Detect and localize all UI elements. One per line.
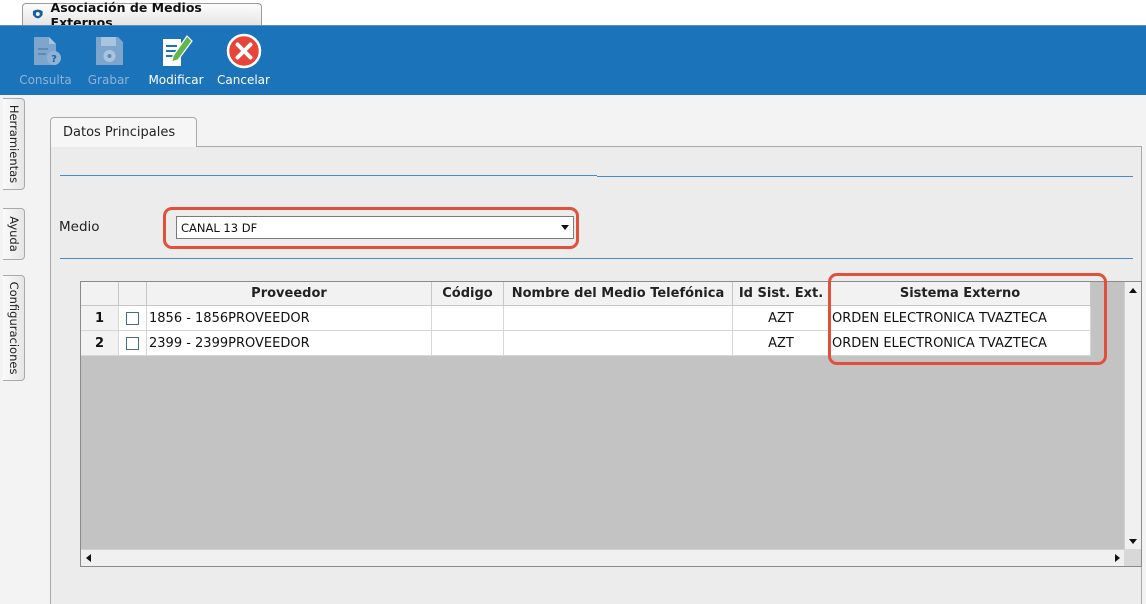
query-document-icon: ? [27, 32, 65, 70]
modificar-button[interactable]: Modificar [140, 26, 212, 95]
svg-text:?: ? [51, 54, 57, 65]
side-tab-herramientas[interactable]: Herramientas [3, 98, 25, 190]
section-divider [597, 176, 1133, 177]
scroll-down-icon[interactable] [1129, 539, 1137, 544]
row-number-header [81, 282, 119, 306]
side-tab-label: Herramientas [6, 104, 21, 184]
proveedor-cell[interactable]: 2399 - 2399PROVEEDOR [147, 331, 432, 356]
cancel-icon [225, 32, 263, 70]
window-tab[interactable]: Asociación de Medios Externos [22, 0, 262, 30]
sistema-externo-highlight-box [828, 273, 1107, 365]
side-tab-configuraciones[interactable]: Configuraciones [3, 275, 25, 381]
scroll-right-icon[interactable] [1115, 554, 1120, 562]
side-tab-ayuda[interactable]: Ayuda [3, 208, 25, 260]
scrollbar-corner [1124, 549, 1141, 566]
horizontal-scrollbar[interactable] [81, 549, 1125, 566]
row-number: 1 [81, 306, 119, 331]
row-number: 2 [81, 331, 119, 356]
vertical-scrollbar[interactable] [1124, 282, 1141, 550]
nombre-cell[interactable] [504, 331, 733, 356]
main-panel: Datos Principales Medio CANAL 13 DF Prov… [30, 95, 1146, 604]
tab-label: Datos Principales [63, 125, 176, 140]
column-header-proveedor[interactable]: Proveedor [147, 282, 432, 306]
row-checkbox[interactable] [126, 311, 139, 325]
scroll-left-icon[interactable] [86, 554, 91, 562]
section-divider [60, 258, 1133, 259]
column-header-id-sist[interactable]: Id Sist. Ext. [733, 282, 830, 306]
nombre-cell[interactable] [504, 306, 733, 331]
medio-highlight-box [163, 207, 579, 249]
proveedor-cell[interactable]: 1856 - 1856PROVEEDOR [147, 306, 432, 331]
scroll-up-icon[interactable] [1129, 288, 1137, 293]
modificar-label: Modificar [148, 73, 204, 87]
toolbar: ? Consulta Grabar Modificar Cancelar [0, 25, 1146, 95]
side-tab-label: Ayuda [6, 216, 21, 252]
side-tab-label: Configuraciones [6, 281, 21, 375]
row-select-cell [119, 306, 147, 331]
row-checkbox[interactable] [126, 336, 139, 350]
tab-datos-principales[interactable]: Datos Principales [50, 117, 197, 147]
grabar-label: Grabar [87, 73, 130, 87]
medio-label: Medio [59, 219, 100, 235]
id-sist-cell[interactable]: AZT [733, 306, 830, 331]
edit-document-icon [157, 32, 195, 70]
codigo-cell[interactable] [432, 331, 504, 356]
id-sist-cell[interactable]: AZT [733, 331, 830, 356]
grabar-button[interactable]: Grabar [77, 26, 140, 95]
cancelar-label: Cancelar [217, 73, 270, 87]
save-icon [90, 32, 128, 70]
consulta-label: Consulta [19, 73, 72, 87]
cancelar-button[interactable]: Cancelar [212, 26, 275, 95]
consulta-button[interactable]: ? Consulta [14, 26, 77, 95]
checkbox-header [119, 282, 147, 306]
column-header-nombre[interactable]: Nombre del Medio Telefónica [504, 282, 733, 306]
section-divider [60, 175, 597, 176]
side-tab-strip: Herramientas Ayuda Configuraciones [0, 95, 30, 604]
app-logo-icon [32, 9, 43, 19]
row-select-cell [119, 331, 147, 356]
column-header-codigo[interactable]: Código [432, 282, 504, 306]
codigo-cell[interactable] [432, 306, 504, 331]
